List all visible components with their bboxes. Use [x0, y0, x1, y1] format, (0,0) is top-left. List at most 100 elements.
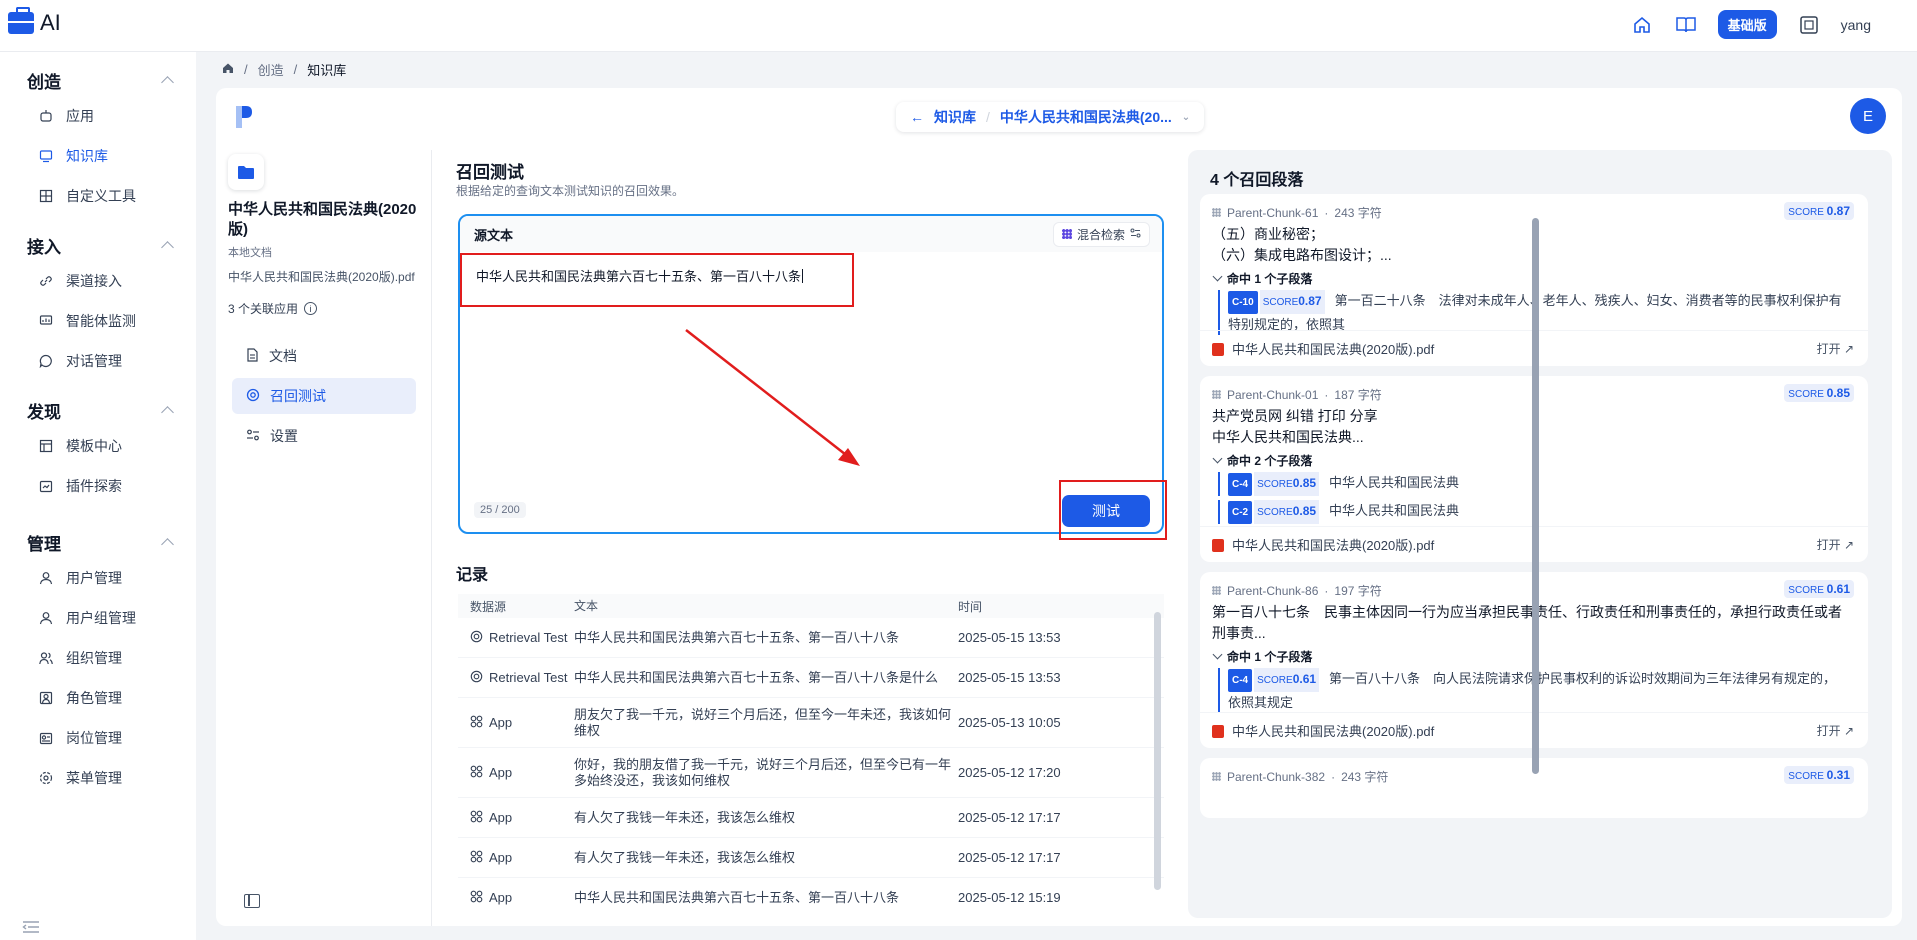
breadcrumb-item-create[interactable]: 创造	[258, 60, 284, 79]
table-row[interactable]: Retrieval Test 中华人民共和国民法典第六百七十五条、第一百八十八条…	[458, 618, 1164, 658]
hit-toggle[interactable]: 命中 1 个子段落	[1212, 270, 1312, 287]
score-badge: SCORE 0.61	[1784, 580, 1854, 598]
sidebar-group-header[interactable]: 创造	[0, 64, 196, 96]
row-source-label: App	[489, 850, 513, 865]
sidebar-item-custom-tools[interactable]: 自定义工具	[0, 176, 196, 216]
sidebar-group-header[interactable]: 管理	[0, 526, 196, 558]
sidebar: 创造 应用 知识库 自定义工具 接入 渠道接入 智能体监测 对话管理 发现 模板…	[0, 52, 196, 940]
results-scrollbar[interactable]	[1532, 218, 1539, 774]
recall-results-title: 4 个召回段落	[1210, 172, 1304, 189]
sidebar-item-agent-monitor[interactable]: 智能体监测	[0, 301, 196, 341]
row-source: App	[458, 850, 574, 866]
score-badge: SCORE 0.85	[1784, 384, 1854, 402]
home-icon[interactable]	[1630, 13, 1654, 37]
sidebar-group-discover: 发现 模板中心 插件探索	[0, 394, 196, 506]
table-row[interactable]: App 中华人民共和国民法典第六百七十五条、第一百八十八条 2025-05-12…	[458, 878, 1164, 916]
sidebar-group-header[interactable]: 接入	[0, 229, 196, 261]
file-name: 中华人民共和国民法典(2020版).pdf	[1232, 342, 1435, 357]
table-row[interactable]: App 你好，我的朋友借了我一千元，说好三个月后还，但至今已有一年多始终没还，我…	[458, 748, 1164, 798]
toggle-panel-icon[interactable]	[244, 894, 260, 908]
records-table-header: 数据源 文本 时间	[458, 594, 1164, 618]
sidebar-item-label: 组织管理	[66, 650, 122, 666]
fullscreen-icon[interactable]	[1797, 13, 1821, 37]
row-text: 有人欠了我钱一年未还，我该怎么维权	[574, 849, 796, 865]
child-score-label: SCORE	[1257, 675, 1293, 686]
file-link[interactable]: 中华人民共和国民法典(2020版).pdf	[1212, 339, 1434, 358]
post-icon	[38, 730, 54, 746]
sidebar-item-user-groups[interactable]: 用户组管理	[0, 598, 196, 638]
chevron-up-icon	[161, 406, 174, 419]
book-icon[interactable]	[1674, 13, 1698, 37]
sidebar-group-create: 创造 应用 知识库 自定义工具	[0, 64, 196, 216]
chevron-up-icon	[161, 76, 174, 89]
sidebar-item-roles[interactable]: 角色管理	[0, 678, 196, 718]
table-row[interactable]: Retrieval Test 中华人民共和国民法典第六百七十五条、第一百八十八条…	[458, 658, 1164, 698]
template-icon	[38, 438, 54, 454]
child-score-label: SCORE	[1257, 479, 1293, 490]
open-button[interactable]: 打开 ↗	[1817, 536, 1854, 553]
breadcrumb-separator: /	[293, 62, 298, 77]
sidebar-item-templates[interactable]: 模板中心	[0, 426, 196, 466]
row-text: 朋友欠了我一千元，说好三个月后还，但至今一年未还，我该如何维权	[574, 706, 952, 738]
child-tag: C-4	[1228, 473, 1253, 496]
file-link[interactable]: 中华人民共和国民法典(2020版).pdf	[1212, 721, 1434, 740]
chevron-down-icon	[1212, 649, 1223, 660]
app-grid-icon	[470, 765, 483, 781]
hit-toggle[interactable]: 命中 2 个子段落	[1212, 452, 1312, 469]
sidebar-group-header[interactable]: 发现	[0, 394, 196, 426]
sidebar-item-conversations[interactable]: 对话管理	[0, 341, 196, 381]
pdf-icon	[1212, 539, 1224, 552]
chunk-chars: 243 字符	[1334, 206, 1382, 220]
collapse-sidebar-icon[interactable]	[22, 920, 40, 934]
child-tag: C-4	[1228, 669, 1253, 692]
table-row[interactable]: App 有人欠了我钱一年未还，我该怎么维权 2025-05-12 17:17	[458, 838, 1164, 878]
sidebar-item-apps[interactable]: 应用	[0, 96, 196, 136]
sidebar-item-plugins[interactable]: 插件探索	[0, 466, 196, 506]
open-label: 打开	[1816, 724, 1841, 738]
avatar[interactable]: E	[1850, 98, 1886, 134]
breadcrumb-separator: /	[244, 62, 248, 77]
row-source: Retrieval Test	[458, 630, 574, 646]
sidebar-item-channels[interactable]: 渠道接入	[0, 261, 196, 301]
file-link[interactable]: 中华人民共和国民法典(2020版).pdf	[1212, 535, 1434, 554]
table-row[interactable]: App 朋友欠了我一千元，说好三个月后还，但至今一年未还，我该如何维权 2025…	[458, 698, 1164, 748]
table-row[interactable]: App 有人欠了我钱一年未还，我该怎么维权 2025-05-12 17:17	[458, 798, 1164, 838]
open-button[interactable]: 打开 ↗	[1817, 340, 1854, 357]
col-header-time: 时间	[958, 599, 983, 614]
child-score-value: 0.85	[1292, 476, 1317, 490]
child-tag: C-10	[1228, 291, 1258, 314]
plan-badge[interactable]: 基础版	[1717, 10, 1777, 39]
score-label: SCORE	[1788, 389, 1824, 400]
sidebar-item-orgs[interactable]: 组织管理	[0, 638, 196, 678]
meta-dot: ·	[1331, 769, 1336, 784]
sidebar-item-posts[interactable]: 岗位管理	[0, 718, 196, 758]
app-logo[interactable]: AI	[8, 7, 61, 36]
username[interactable]: yang	[1841, 17, 1871, 33]
score-label: SCORE	[1788, 585, 1824, 596]
chevron-down-icon	[1212, 453, 1223, 464]
home-icon[interactable]	[222, 62, 234, 77]
main-panel: ← 知识库 / 中华人民共和国民法典(20... ⌄ E 中华人民共和国民法典(…	[216, 88, 1902, 926]
row-time: 2025-05-15 13:53	[958, 670, 1061, 685]
chunk-chars: 187 字符	[1334, 388, 1382, 402]
app-grid-icon	[470, 850, 483, 866]
sidebar-item-users[interactable]: 用户管理	[0, 558, 196, 598]
row-source-label: App	[489, 715, 513, 730]
sidebar-group-title: 管理	[27, 534, 61, 554]
card-meta: Parent-Chunk-01 · 187 字符	[1212, 386, 1382, 403]
sidebar-group-title: 接入	[27, 237, 61, 257]
drag-dots-icon	[1212, 390, 1221, 399]
row-time: 2025-05-12 17:20	[958, 765, 1061, 780]
sidebar-item-knowledge[interactable]: 知识库	[0, 136, 196, 176]
open-button[interactable]: 打开 ↗	[1817, 722, 1854, 739]
child-score-value: 0.61	[1292, 672, 1317, 686]
sidebar-item-label: 岗位管理	[66, 730, 122, 746]
sidebar-item-menus[interactable]: 菜单管理	[0, 758, 196, 798]
row-text: 中华人民共和国民法典第六百七十五条、第一百八十八条	[574, 889, 900, 905]
hit-toggle[interactable]: 命中 1 个子段落	[1212, 648, 1312, 665]
score-value: 0.31	[1826, 768, 1850, 782]
drag-dots-icon	[1212, 208, 1221, 217]
breadcrumb-item-current: 知识库	[307, 63, 347, 78]
row-time: 2025-05-12 17:17	[958, 850, 1061, 865]
records-scrollbar[interactable]	[1154, 612, 1161, 890]
